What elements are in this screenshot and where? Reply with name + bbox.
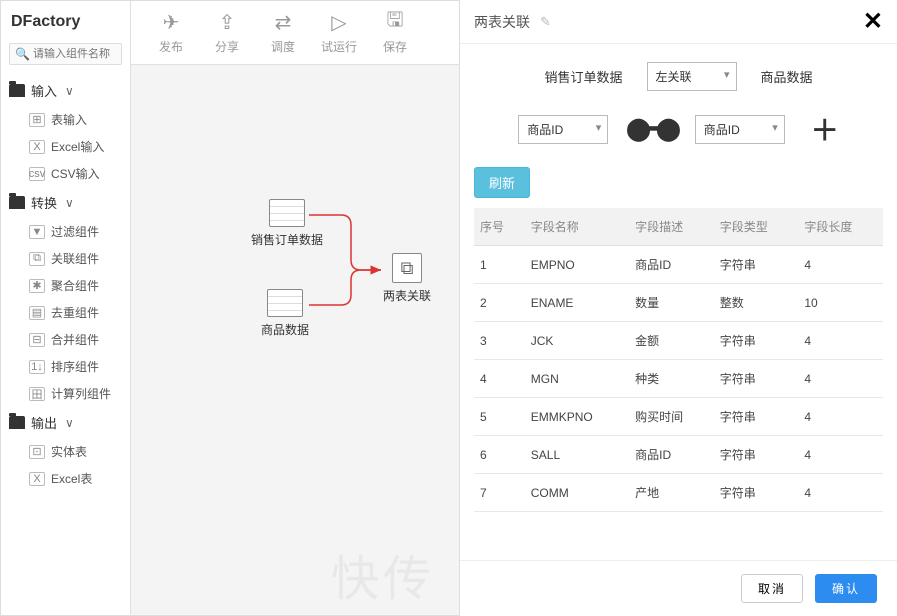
tree-item[interactable]: XExcel表 — [25, 465, 126, 492]
component-icon: X — [29, 472, 45, 486]
edit-icon[interactable]: ✎ — [540, 14, 551, 30]
chevron-down-icon: ∨ — [65, 84, 74, 98]
panel-footer: 取消 确认 — [460, 560, 897, 616]
add-condition-button[interactable]: ＋ — [811, 109, 839, 149]
left-source-label: 销售订单数据 — [544, 67, 622, 86]
table-row[interactable]: 7COMM产地字符串4 — [474, 474, 883, 512]
fields-table: 序号字段名称字段描述字段类型字段长度 1EMPNO商品ID字符串42ENAME数… — [474, 208, 883, 512]
table-icon — [267, 289, 303, 317]
chevron-down-icon: ∨ — [65, 416, 74, 430]
column-header: 字段长度 — [798, 208, 883, 246]
tree-item[interactable]: ⊟合并组件 — [25, 326, 126, 353]
panel-header: 两表关联 ✎ ✕ — [460, 0, 897, 44]
component-icon: 田 — [29, 387, 45, 401]
folder-icon — [9, 416, 25, 429]
confirm-button[interactable]: 确认 — [815, 574, 877, 603]
panel-title: 两表关联 — [474, 12, 530, 32]
table-row[interactable]: 1EMPNO商品ID字符串4 — [474, 246, 883, 284]
component-icon: ▤ — [29, 306, 45, 320]
component-icon: ⊞ — [29, 113, 45, 127]
app-title: DFactory — [1, 1, 130, 39]
tree-item[interactable]: ✱聚合组件 — [25, 272, 126, 299]
tree-item[interactable]: ▼过滤组件 — [25, 218, 126, 245]
toolbar-保存[interactable]: 🖫保存 — [367, 10, 423, 55]
link-icon: ⬤━⬤ — [626, 116, 677, 142]
component-icon: ✱ — [29, 279, 45, 293]
column-header: 字段描述 — [629, 208, 714, 246]
toolbar-icon: ⇄ — [255, 10, 311, 34]
component-icon: ▼ — [29, 225, 45, 239]
config-panel: 两表关联 ✎ ✕ 销售订单数据 左关联 商品数据 商品ID ⬤━⬤ 商品ID ＋… — [459, 0, 897, 616]
column-header: 字段名称 — [525, 208, 629, 246]
tree-item[interactable]: 1↓排序组件 — [25, 353, 126, 380]
folder-icon — [9, 196, 25, 209]
close-icon[interactable]: ✕ — [863, 7, 883, 36]
tree-item[interactable]: ▤去重组件 — [25, 299, 126, 326]
tree-item[interactable]: ⧉关联组件 — [25, 245, 126, 272]
sidebar: DFactory 🔍 输入∨⊞表输入XExcel输入csvCSV输入转换∨▼过滤… — [1, 1, 131, 615]
table-row[interactable]: 4MGN种类字符串4 — [474, 360, 883, 398]
search-input[interactable] — [33, 48, 116, 60]
table-icon — [269, 199, 305, 227]
tree-item[interactable]: ⊞表输入 — [25, 106, 126, 133]
left-field-select[interactable]: 商品ID — [518, 115, 608, 144]
tree-group[interactable]: 转换∨ — [5, 187, 126, 218]
join-icon: ⧉ — [392, 253, 422, 283]
tree-item[interactable]: csvCSV输入 — [25, 160, 126, 187]
toolbar-icon: ✈ — [143, 10, 199, 34]
tree-group[interactable]: 输入∨ — [5, 75, 126, 106]
search-box[interactable]: 🔍 — [9, 43, 122, 65]
component-icon: 1↓ — [29, 360, 45, 374]
component-icon: csv — [29, 167, 45, 181]
tree-item[interactable]: XExcel输入 — [25, 133, 126, 160]
tree-group[interactable]: 输出∨ — [5, 407, 126, 438]
join-type-select[interactable]: 左关联 — [647, 62, 737, 91]
right-field-select[interactable]: 商品ID — [695, 115, 785, 144]
component-icon: ⊟ — [29, 333, 45, 347]
search-icon: 🔍 — [15, 47, 30, 61]
component-icon: ⊡ — [29, 445, 45, 459]
tree-item[interactable]: 田计算列组件 — [25, 380, 126, 407]
toolbar-icon: ▷ — [311, 10, 367, 34]
table-row[interactable]: 3JCK金额字符串4 — [474, 322, 883, 360]
chevron-down-icon: ∨ — [65, 196, 74, 210]
panel-body: 销售订单数据 左关联 商品数据 商品ID ⬤━⬤ 商品ID ＋ 刷新 序号字段名… — [460, 44, 897, 560]
column-header: 字段类型 — [714, 208, 799, 246]
folder-icon — [9, 84, 25, 97]
tree-item[interactable]: ⊡实体表 — [25, 438, 126, 465]
toolbar-分享[interactable]: ⇪分享 — [199, 10, 255, 55]
table-row[interactable]: 6SALL商品ID字符串4 — [474, 436, 883, 474]
toolbar-icon: 🖫 — [367, 10, 423, 34]
column-header: 序号 — [474, 208, 525, 246]
node-product-data[interactable]: 商品数据 — [261, 289, 309, 338]
toolbar-发布[interactable]: ✈发布 — [143, 10, 199, 55]
right-source-label: 商品数据 — [761, 67, 813, 86]
cancel-button[interactable]: 取消 — [741, 574, 803, 603]
component-tree: 输入∨⊞表输入XExcel输入csvCSV输入转换∨▼过滤组件⧉关联组件✱聚合组… — [1, 75, 130, 615]
toolbar-调度[interactable]: ⇄调度 — [255, 10, 311, 55]
table-row[interactable]: 2ENAME数量整数10 — [474, 284, 883, 322]
component-icon: ⧉ — [29, 252, 45, 266]
refresh-button[interactable]: 刷新 — [474, 167, 530, 198]
node-join[interactable]: ⧉ 两表关联 — [383, 253, 431, 304]
toolbar-试运行[interactable]: ▷试运行 — [311, 10, 367, 55]
watermark: 快传 — [331, 539, 435, 609]
toolbar-icon: ⇪ — [199, 10, 255, 34]
node-sales-data[interactable]: 销售订单数据 — [251, 199, 323, 248]
component-icon: X — [29, 140, 45, 154]
table-row[interactable]: 5EMMKPNO购买时间字符串4 — [474, 398, 883, 436]
